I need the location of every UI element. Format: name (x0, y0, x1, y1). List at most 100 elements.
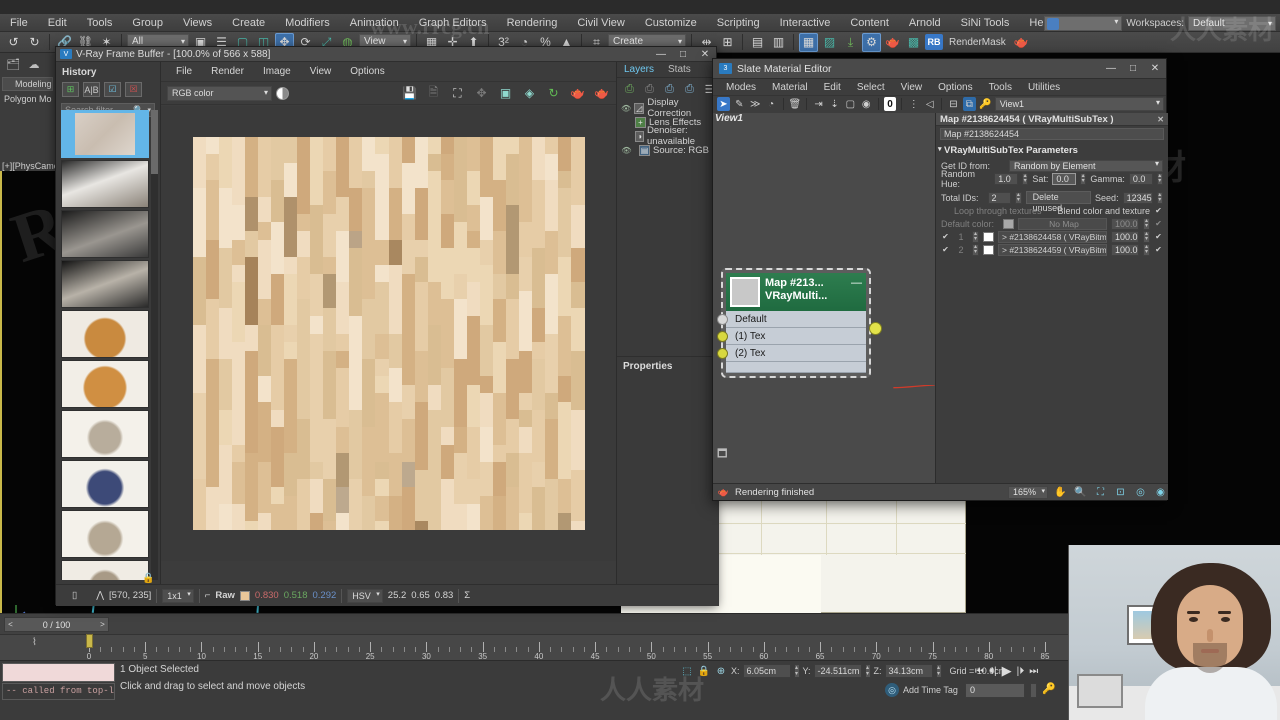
vfb-menu-view[interactable]: View (301, 62, 341, 81)
show-shaded-material-icon[interactable]: ◔ (765, 97, 778, 111)
total-ids-spinner[interactable]: ▴ ▾ (1015, 191, 1022, 204)
layers-tree[interactable]: 👁 ◿ Display Correction + Lens Effects ◑ … (617, 97, 718, 157)
param-close-icon[interactable]: ✕ (1157, 113, 1164, 126)
eye-icon[interactable]: 👁 (621, 146, 632, 155)
menu-file[interactable]: File (0, 14, 38, 32)
remove-layer-icon[interactable]: ⎙ (641, 82, 658, 97)
key-filters-icon[interactable]: 🔑 (1042, 682, 1056, 695)
history-item[interactable] (61, 460, 149, 508)
modeling-ribbon-tab[interactable]: Modeling (2, 77, 53, 91)
history-item[interactable] (61, 360, 149, 408)
loop-through-textures-checkbox[interactable] (941, 206, 950, 215)
history-compare-ab-icon[interactable]: A|B (83, 82, 100, 97)
map-2-amount-field[interactable]: 100.0 (1111, 243, 1139, 256)
parameter-editor-icon[interactable]: ⊟ (947, 97, 960, 111)
vfb-maximize-button[interactable]: □ (672, 47, 694, 62)
sme-minimize-button[interactable]: — (1100, 61, 1122, 76)
rollout-vraymultisubtex-parameters[interactable]: VRayMultiSubTex Parameters (936, 142, 1168, 159)
pick-region-icon[interactable]: ◈ (521, 85, 538, 101)
sme-menu-modes[interactable]: Modes (718, 79, 764, 96)
map-1-enable-checkbox[interactable]: ✔ (941, 232, 950, 241)
vfb-render-canvas[interactable] (161, 106, 616, 561)
history-item[interactable] (61, 210, 149, 258)
history-item[interactable] (61, 110, 149, 158)
timeline-playhead[interactable] (86, 634, 93, 648)
sat-spinner[interactable]: ▴ ▾ (1079, 172, 1087, 185)
go-to-start-icon[interactable]: ⏮ (975, 666, 984, 677)
maxscript-listener-input[interactable]: -- called from top-l (2, 683, 115, 700)
node-slot-default[interactable]: Default (717, 311, 866, 328)
material-node-vraymultisubtex[interactable]: Map #213... VRayMulti... — Default (1) T… (717, 268, 882, 378)
current-frame-spinner[interactable] (1030, 683, 1037, 698)
next-frame-arrow-icon[interactable]: > (97, 620, 108, 629)
vfb-sigma-icon[interactable]: Σ (464, 590, 470, 601)
menu-modifiers[interactable]: Modifiers (275, 14, 340, 32)
sound-icon[interactable]: ◁ (923, 97, 936, 111)
sme-maximize-button[interactable]: □ (1122, 61, 1144, 76)
previous-frame-icon[interactable]: ⏴| (989, 666, 997, 677)
layout-all-icon[interactable]: ▢ (844, 97, 857, 111)
select-tool-icon[interactable]: ➤ (717, 97, 730, 111)
show-last-vfb-icon[interactable]: ▣ (497, 85, 514, 101)
move-children-icon[interactable]: ⇥ (812, 97, 825, 111)
copy-image-icon[interactable]: 🗎 (425, 85, 442, 101)
align-icon[interactable]: ⊞ (718, 33, 737, 52)
history-save-icon[interactable]: ⊞ (62, 82, 79, 97)
zoom-region-icon[interactable]: ⛶ (1093, 486, 1108, 499)
next-frame-icon[interactable]: |⏵ (1017, 666, 1025, 677)
menu-sini-tools[interactable]: SiNi Tools (951, 14, 1020, 32)
map-2-on-checkbox[interactable]: ✔ (1154, 245, 1163, 254)
toggle-nav-icon[interactable]: ⧉ (962, 97, 976, 111)
menu-content[interactable]: Content (840, 14, 899, 32)
follow-mouse-icon[interactable]: ✥ (473, 85, 490, 101)
z-spinner[interactable]: ▴ ▾ (935, 664, 942, 678)
layer-row-denoiser[interactable]: ◑ Denoiser: unavailable (621, 125, 718, 147)
key-mode-icon[interactable]: ⌇ (32, 637, 37, 648)
node-slot-tex2[interactable]: (2) Tex (717, 345, 866, 362)
menu-views[interactable]: Views (173, 14, 222, 32)
vfb-menu-image[interactable]: Image (254, 62, 300, 81)
history-item[interactable] (61, 560, 149, 580)
region-render-icon[interactable]: ⛶ (449, 85, 466, 101)
slot-connector-icon[interactable] (717, 348, 728, 359)
sme-node-canvas[interactable]: View1 Map #213... VRayMulti... — Default (713, 113, 935, 483)
history-item[interactable] (61, 160, 149, 208)
menu-animation[interactable]: Animation (340, 14, 409, 32)
x-field[interactable]: 6.05cm (742, 664, 791, 678)
get-id-from-combo[interactable]: Random by Element (1009, 159, 1163, 172)
show-map-in-viewport-icon[interactable]: 0 (883, 97, 897, 111)
node-slot-tex1[interactable]: (1) Tex (717, 328, 866, 345)
show-background-icon[interactable]: ⋮ (907, 97, 920, 111)
save-layers-icon[interactable]: ⎙ (681, 82, 698, 97)
slate-material-editor-window[interactable]: 3 Slate Material Editor — □ ✕ Modes Mate… (712, 58, 1168, 501)
default-enable-checkbox[interactable]: ✔ (1154, 219, 1163, 228)
user-account-combo[interactable] (1044, 15, 1123, 31)
rendermask-pick-icon[interactable]: 🫖 (1012, 33, 1031, 52)
sme-menu-edit[interactable]: Edit (816, 79, 849, 96)
map-1-on-checkbox[interactable]: ✔ (1154, 232, 1163, 241)
map-1-color-swatch[interactable] (983, 231, 994, 242)
sme-menu-select[interactable]: Select (849, 79, 893, 96)
layer-row-source[interactable]: 👁 ▤ Source: RGB (621, 143, 718, 157)
history-lock-icon[interactable]: 🔒 (142, 573, 154, 584)
material-preview-icon[interactable]: ◉ (860, 97, 873, 111)
menu-arnold[interactable]: Arnold (899, 14, 951, 32)
sme-menu-view[interactable]: View (893, 79, 931, 96)
render-last-icon[interactable]: ↻ (545, 85, 562, 101)
vray-frame-buffer-window[interactable]: V V-Ray Frame Buffer - [100.0% of 566 x … (55, 46, 719, 606)
vfb-menu-file[interactable]: File (167, 62, 201, 81)
absolute-relative-mode-icon[interactable]: ⊕ (714, 664, 728, 678)
create-panel-icon[interactable]: 🗂 (4, 56, 22, 72)
material-name-field[interactable]: Map #2138624454 (940, 128, 1164, 140)
gamma-spinner[interactable]: ▴ ▾ (1156, 172, 1163, 185)
menu-rendering[interactable]: Rendering (497, 14, 568, 32)
default-no-map-button[interactable]: No Map (1018, 217, 1107, 230)
sme-titlebar[interactable]: 3 Slate Material Editor — □ ✕ (713, 59, 1166, 79)
redo-icon[interactable]: ↻ (25, 33, 44, 52)
map-2-color-swatch[interactable] (983, 244, 994, 255)
node-header[interactable]: Map #213... VRayMulti... — (726, 273, 866, 311)
current-frame-field[interactable]: 0 (965, 683, 1025, 698)
zoom-extents-selected-icon[interactable]: ◎ (1133, 486, 1148, 499)
menu-scripting[interactable]: Scripting (707, 14, 770, 32)
menu-customize[interactable]: Customize (635, 14, 707, 32)
